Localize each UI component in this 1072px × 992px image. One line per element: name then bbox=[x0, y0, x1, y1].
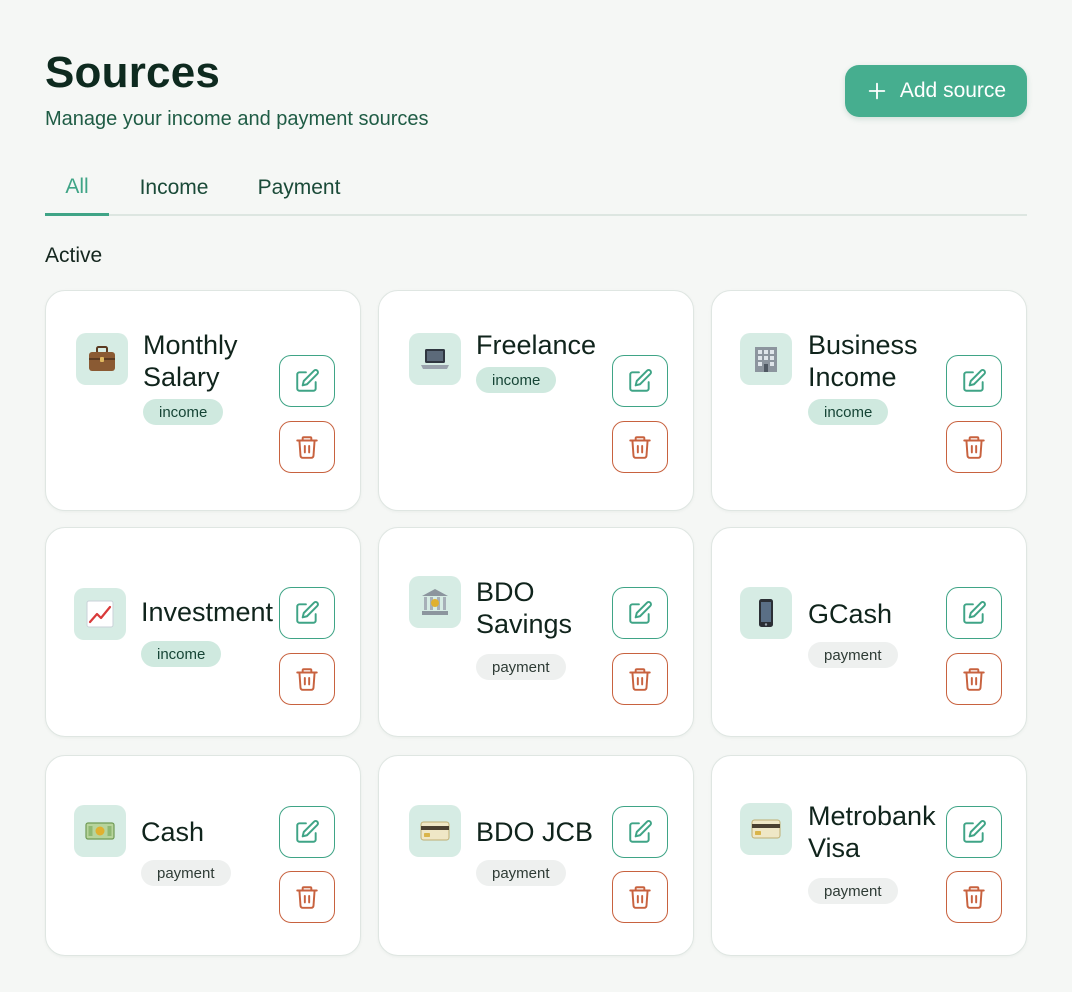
delete-button[interactable] bbox=[946, 421, 1002, 473]
source-name: Freelance bbox=[476, 330, 597, 360]
source-name: Metrobank Visa bbox=[808, 801, 936, 863]
edit-icon bbox=[961, 600, 987, 626]
add-source-button[interactable]: Add source bbox=[845, 65, 1027, 117]
plus-icon bbox=[866, 80, 888, 102]
type-badge: payment bbox=[476, 860, 566, 886]
office-building-icon bbox=[749, 342, 783, 376]
type-badge: income bbox=[141, 641, 222, 667]
source-icon-tile bbox=[409, 576, 461, 628]
credit-card-icon bbox=[418, 814, 452, 848]
source-icon-tile bbox=[409, 805, 461, 857]
laptop-icon bbox=[418, 342, 452, 376]
edit-icon bbox=[294, 368, 320, 394]
source-icon-tile bbox=[740, 333, 792, 385]
source-name: GCash bbox=[808, 599, 893, 629]
tab-all[interactable]: All bbox=[45, 160, 109, 216]
add-source-label: Add source bbox=[899, 79, 1007, 102]
edit-button[interactable] bbox=[946, 587, 1002, 639]
source-icon-tile bbox=[76, 333, 128, 385]
source-icon-tile bbox=[740, 803, 792, 855]
source-tabs: All Income Payment bbox=[45, 160, 1027, 216]
delete-button[interactable] bbox=[612, 871, 668, 923]
source-name: Monthly Salary bbox=[143, 330, 238, 392]
cash-icon bbox=[83, 814, 117, 848]
type-badge: payment bbox=[141, 860, 231, 886]
type-badge: income bbox=[476, 367, 557, 393]
source-icon-tile bbox=[74, 805, 126, 857]
source-card: Freelance income bbox=[378, 290, 694, 511]
edit-icon bbox=[627, 368, 653, 394]
chart-up-icon bbox=[83, 597, 117, 631]
page-title: Sources bbox=[45, 48, 221, 97]
source-name: BDO JCB bbox=[476, 817, 594, 847]
trash-icon bbox=[627, 434, 653, 460]
trash-icon bbox=[961, 884, 987, 910]
mobile-phone-icon bbox=[749, 596, 783, 630]
source-card: GCash payment bbox=[711, 527, 1027, 737]
page-subtitle: Manage your income and payment sources bbox=[45, 108, 429, 130]
delete-button[interactable] bbox=[279, 871, 335, 923]
source-card: Cash payment bbox=[45, 755, 361, 956]
edit-button[interactable] bbox=[612, 806, 668, 858]
source-name: Business Income bbox=[808, 330, 918, 392]
edit-button[interactable] bbox=[946, 355, 1002, 407]
source-card: Metrobank Visa payment bbox=[711, 755, 1027, 956]
trash-icon bbox=[294, 434, 320, 460]
edit-button[interactable] bbox=[279, 355, 335, 407]
trash-icon bbox=[627, 666, 653, 692]
trash-icon bbox=[961, 666, 987, 692]
source-card: Business Income income bbox=[711, 290, 1027, 511]
source-name: Cash bbox=[141, 817, 205, 847]
edit-button[interactable] bbox=[612, 587, 668, 639]
source-card: Monthly Salary income bbox=[45, 290, 361, 511]
trash-icon bbox=[294, 884, 320, 910]
edit-icon bbox=[961, 819, 987, 845]
source-card: BDO Savings payment bbox=[378, 527, 694, 737]
trash-icon bbox=[961, 434, 987, 460]
type-badge: payment bbox=[476, 654, 566, 680]
tab-income[interactable]: Income bbox=[131, 160, 217, 216]
section-label-active: Active bbox=[45, 244, 103, 267]
delete-button[interactable] bbox=[279, 653, 335, 705]
delete-button[interactable] bbox=[612, 653, 668, 705]
source-card: Investment income bbox=[45, 527, 361, 737]
trash-icon bbox=[294, 666, 320, 692]
trash-icon bbox=[627, 884, 653, 910]
credit-card-icon bbox=[749, 812, 783, 846]
source-icon-tile bbox=[409, 333, 461, 385]
edit-icon bbox=[627, 819, 653, 845]
edit-button[interactable] bbox=[612, 355, 668, 407]
edit-icon bbox=[627, 600, 653, 626]
delete-button[interactable] bbox=[946, 871, 1002, 923]
source-name: Investment bbox=[141, 597, 274, 627]
type-badge: income bbox=[143, 399, 224, 425]
delete-button[interactable] bbox=[279, 421, 335, 473]
delete-button[interactable] bbox=[946, 653, 1002, 705]
edit-button[interactable] bbox=[279, 806, 335, 858]
edit-icon bbox=[294, 819, 320, 845]
type-badge: payment bbox=[808, 642, 898, 668]
type-badge: payment bbox=[808, 878, 898, 904]
edit-icon bbox=[294, 600, 320, 626]
source-icon-tile bbox=[740, 587, 792, 639]
source-card: BDO JCB payment bbox=[378, 755, 694, 956]
edit-button[interactable] bbox=[946, 806, 1002, 858]
source-name: BDO Savings bbox=[476, 577, 573, 639]
delete-button[interactable] bbox=[612, 421, 668, 473]
briefcase-icon bbox=[85, 342, 119, 376]
edit-button[interactable] bbox=[279, 587, 335, 639]
tab-payment[interactable]: Payment bbox=[251, 160, 347, 216]
bank-icon bbox=[418, 585, 452, 619]
type-badge: income bbox=[808, 399, 889, 425]
source-icon-tile bbox=[74, 588, 126, 640]
edit-icon bbox=[961, 368, 987, 394]
